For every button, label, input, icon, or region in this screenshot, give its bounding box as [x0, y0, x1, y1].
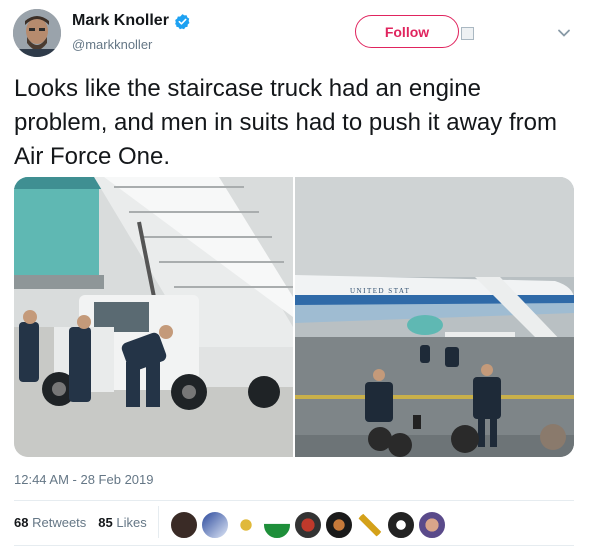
liker-avatars [170, 511, 446, 539]
plane-lettering: UNITED STAT [350, 287, 410, 295]
photo-air-force-one[interactable]: UNITED STAT [295, 177, 574, 457]
likes-count: 85 [98, 515, 113, 530]
liker-avatar[interactable] [387, 511, 415, 539]
author-avatar[interactable] [13, 9, 61, 57]
liker-avatar[interactable] [418, 511, 446, 539]
qr-code-icon[interactable] [461, 27, 474, 40]
verified-badge-icon [174, 13, 190, 29]
liker-avatar[interactable] [356, 511, 384, 539]
follow-button[interactable]: Follow [355, 15, 459, 48]
likes-stat[interactable]: 85 Likes [98, 515, 146, 530]
liker-avatar[interactable] [201, 511, 229, 539]
chevron-down-icon[interactable] [557, 26, 571, 40]
photo-truck-push[interactable] [14, 177, 293, 457]
stats-separator [158, 506, 159, 538]
divider-top [14, 500, 574, 501]
retweets-count: 68 [14, 515, 29, 530]
tweet-timestamp[interactable]: 12:44 AM - 28 Feb 2019 [14, 472, 153, 487]
divider-bottom [14, 545, 574, 546]
author-handle[interactable]: @markknoller [72, 37, 152, 52]
likes-label: Likes [116, 515, 147, 530]
liker-avatar[interactable] [294, 511, 322, 539]
tweet-media[interactable]: UNITED STAT [14, 177, 574, 457]
liker-avatar[interactable] [170, 511, 198, 539]
engagement-stats: 68 Retweets 85 Likes [14, 515, 147, 530]
tweet-card: Mark Knoller @markknoller Follow Looks l… [0, 0, 592, 549]
retweets-stat[interactable]: 68 Retweets [14, 515, 86, 530]
author-name[interactable]: Mark Knoller [72, 12, 191, 30]
tweet-text: Looks like the staircase truck had an en… [14, 75, 557, 170]
liker-avatar[interactable] [232, 511, 260, 539]
author-name-text[interactable]: Mark Knoller [72, 12, 169, 30]
liker-avatar[interactable] [325, 511, 353, 539]
retweets-label: Retweets [32, 515, 87, 530]
liker-avatar[interactable] [263, 511, 291, 539]
